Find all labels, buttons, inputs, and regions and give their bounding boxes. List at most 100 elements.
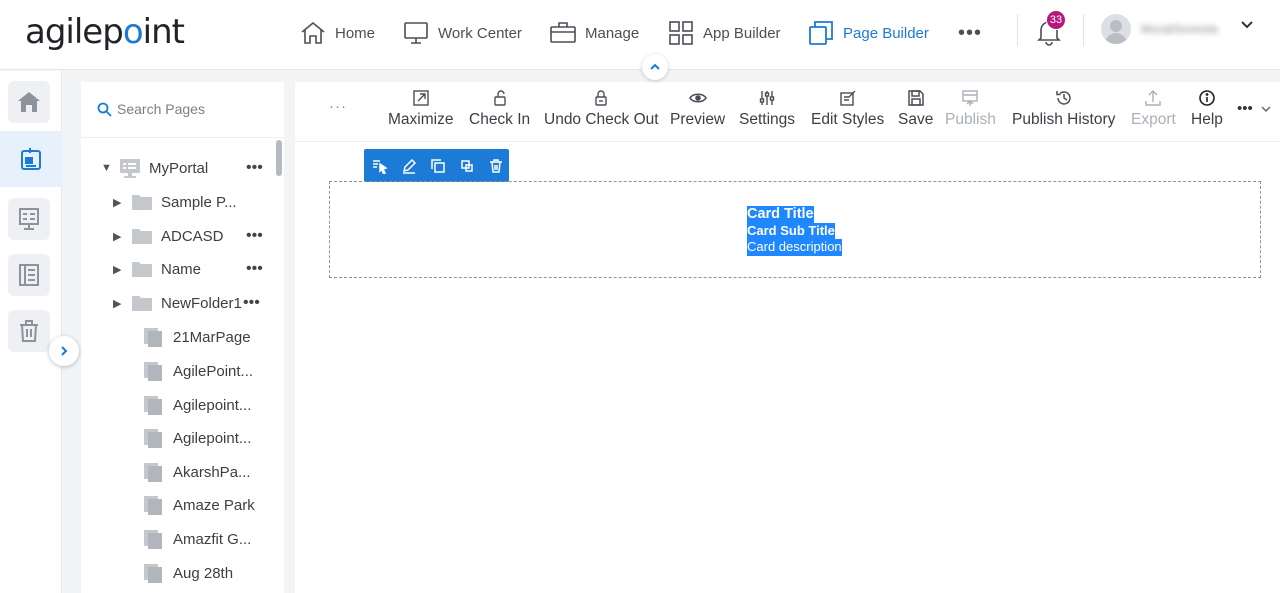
more-options-button[interactable]: ••• — [246, 260, 263, 278]
toolbar-more-button[interactable]: ••• — [1237, 100, 1253, 117]
publish-history-button[interactable]: Publish History — [1012, 88, 1115, 129]
edit-styles-button[interactable]: Edit Styles — [811, 88, 884, 129]
chevron-down-icon[interactable] — [1260, 102, 1272, 120]
card-container[interactable]: Card Title Card Sub Title Card descripti… — [329, 181, 1261, 278]
rail-list[interactable] — [8, 254, 50, 296]
delete-icon[interactable] — [486, 156, 506, 176]
eye-icon — [688, 93, 707, 103]
tree-scrollbar[interactable] — [276, 140, 282, 176]
export-button[interactable]: Export — [1131, 88, 1176, 129]
tree-page[interactable]: Amaze Park — [143, 492, 255, 518]
home-icon — [18, 92, 40, 112]
user-icon — [1105, 20, 1127, 44]
page-builder-icon — [21, 148, 41, 170]
nav-manage[interactable]: Manage — [549, 0, 639, 66]
top-bar: agilepoint Home Work Center Manage App B… — [0, 0, 1280, 70]
collapse-header-button[interactable] — [642, 54, 668, 80]
folder-icon — [131, 294, 157, 312]
agilepoint-logo[interactable]: agilepoint — [25, 12, 185, 52]
page-icon — [143, 428, 169, 448]
tree-page[interactable]: 21MarPage — [143, 324, 251, 350]
caret-right-icon[interactable]: ▶ — [113, 196, 131, 209]
edit-styles-icon — [839, 90, 856, 106]
rail-forms[interactable] — [8, 198, 50, 240]
chevron-right-icon — [61, 346, 68, 356]
page-icon — [143, 361, 169, 381]
preview-button[interactable]: Preview — [670, 88, 725, 129]
duplicate-icon[interactable] — [457, 156, 477, 176]
nav-page-builder[interactable]: Page Builder — [807, 0, 929, 66]
page-icon — [143, 495, 169, 515]
help-button[interactable]: Help — [1191, 88, 1223, 129]
grid-icon — [669, 21, 693, 45]
select-parent-icon[interactable] — [370, 156, 390, 176]
page-canvas: ··· Maximize Check In Undo Check Out Pre… — [295, 82, 1280, 593]
caret-right-icon[interactable]: ▶ — [113, 297, 131, 310]
maximize-icon — [413, 90, 429, 106]
chevron-up-icon — [650, 63, 660, 70]
more-options-button[interactable]: ••• — [246, 227, 263, 245]
search-pages-input[interactable] — [117, 99, 267, 119]
avatar[interactable] — [1101, 14, 1131, 44]
tree-root-myportal[interactable]: ▼ MyPortal ••• — [101, 155, 271, 181]
more-options-button[interactable]: ••• — [243, 294, 260, 312]
tree-page[interactable]: AgilePoint... — [143, 358, 253, 384]
toolbar-left-more-button[interactable]: ··· — [329, 98, 347, 115]
tree-page[interactable]: Aug 28th — [143, 560, 233, 586]
tree-folder[interactable]: ▶ NewFolder1 ••• — [113, 290, 273, 316]
save-button[interactable]: Save — [898, 88, 933, 129]
folder-icon — [131, 260, 157, 278]
info-icon — [1199, 90, 1215, 106]
tree-page[interactable]: Amazfit G... — [143, 526, 251, 552]
rail-pages[interactable] — [0, 131, 62, 187]
undo-lock-icon — [595, 90, 607, 106]
nav-home[interactable]: Home — [299, 0, 375, 66]
tree-folder[interactable]: ▶ Name ••• — [113, 256, 273, 282]
page-icon — [143, 462, 169, 482]
page-icon — [143, 327, 169, 347]
search-icon — [97, 102, 112, 117]
caret-right-icon[interactable]: ▶ — [113, 230, 131, 243]
undo-check-out-button[interactable]: Undo Check Out — [544, 88, 659, 129]
maximize-button[interactable]: Maximize — [388, 88, 453, 129]
folder-icon — [131, 227, 157, 245]
user-name[interactable]: MuraliSonesta — [1141, 22, 1233, 36]
export-icon — [1145, 90, 1162, 106]
tree-page[interactable]: Agilepoint... — [143, 392, 251, 418]
tree-page[interactable]: Agilepoint... — [143, 425, 251, 451]
monitor-icon — [404, 22, 428, 44]
folder-icon — [131, 193, 157, 211]
publish-button[interactable]: Publish — [945, 88, 996, 129]
tree-page[interactable]: AkarshPa... — [143, 459, 251, 485]
expand-rail-button[interactable] — [49, 336, 79, 366]
rail-home[interactable] — [8, 81, 50, 123]
settings-button[interactable]: Settings — [739, 88, 795, 129]
tree-folder[interactable]: ▶ Sample P... — [113, 189, 273, 215]
page-toolbar: ··· Maximize Check In Undo Check Out Pre… — [295, 82, 1280, 142]
more-options-button[interactable]: ••• — [246, 159, 263, 177]
card-content[interactable]: Card Title Card Sub Title Card descripti… — [747, 206, 842, 256]
nav-more-button[interactable]: ••• — [958, 22, 982, 45]
caret-right-icon[interactable]: ▶ — [113, 263, 131, 276]
check-in-button[interactable]: Check In — [469, 88, 530, 129]
briefcase-icon — [550, 22, 576, 43]
card-subtitle: Card Sub Title — [747, 222, 835, 239]
page-icon — [143, 529, 169, 549]
search-box — [81, 82, 284, 138]
history-icon — [1055, 91, 1071, 105]
portal-icon — [119, 158, 145, 178]
tree-folder[interactable]: ▶ ADCASD ••• — [113, 223, 273, 249]
edit-icon[interactable] — [399, 156, 419, 176]
divider — [1083, 14, 1084, 46]
nav-work-center[interactable]: Work Center — [402, 0, 522, 66]
unlock-icon — [493, 90, 506, 106]
rail-trash[interactable] — [8, 310, 50, 352]
page-tree-panel: ▼ MyPortal ••• ▶ Sample P... ▶ ADCASD ••… — [81, 82, 284, 593]
nav-app-builder[interactable]: App Builder — [667, 0, 781, 66]
caret-down-icon[interactable]: ▼ — [101, 162, 119, 174]
chevron-down-icon[interactable] — [1240, 18, 1254, 37]
copy-icon[interactable] — [428, 156, 448, 176]
page-icon — [143, 395, 169, 415]
trash-icon — [20, 320, 38, 342]
control-action-bar — [364, 149, 509, 182]
